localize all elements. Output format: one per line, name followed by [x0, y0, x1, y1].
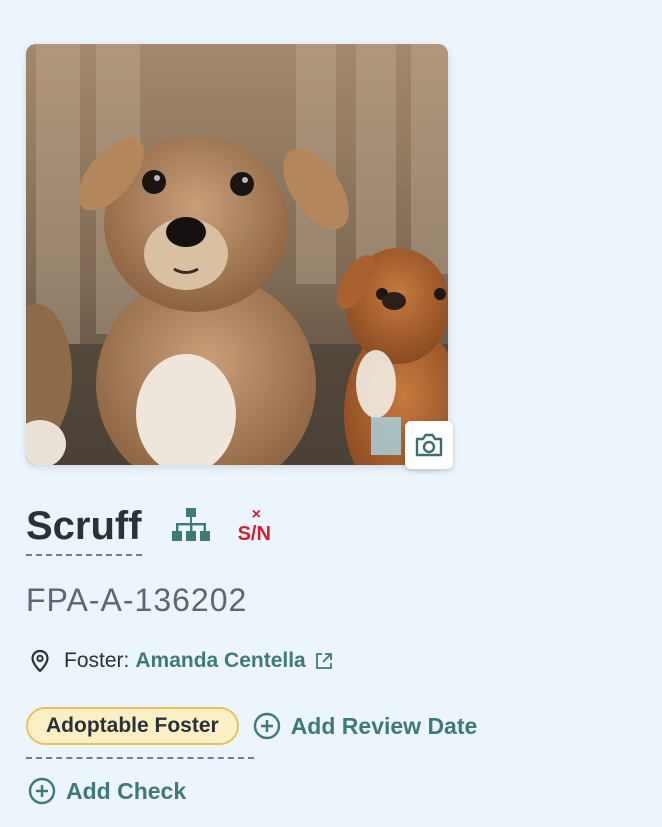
map-pin-icon [31, 649, 49, 673]
status-badge[interactable]: Adoptable Foster [26, 707, 239, 745]
animal-photo-image [26, 44, 448, 465]
change-photo-button[interactable] [405, 421, 453, 469]
camera-icon [415, 433, 443, 457]
foster-name-link[interactable]: Amanda Centella [135, 649, 305, 673]
spay-neuter-badge: × S/N [238, 507, 278, 547]
spay-neuter-label: S/N [237, 523, 271, 545]
plus-circle-icon [28, 777, 56, 805]
foster-label: Foster: [64, 649, 130, 672]
status-row: Adoptable Foster Add Review Date [26, 705, 477, 747]
family-tree-icon[interactable] [171, 507, 210, 547]
spay-neuter-x-mark: × [251, 506, 261, 523]
animal-name[interactable]: Scruff [26, 504, 142, 556]
status-label: Adoptable Foster [46, 714, 219, 737]
animal-photo [26, 44, 448, 465]
foster-row: Foster: Amanda Centella [30, 646, 334, 676]
add-check-label: Add Check [66, 777, 187, 804]
animal-header: Scruff × S/N [26, 500, 278, 560]
add-review-date-button[interactable]: Add Review Date [253, 712, 478, 740]
animal-id: FPA-A-136202 [26, 582, 248, 618]
add-check-button[interactable]: Add Check [28, 775, 186, 807]
add-review-date-label: Add Review Date [290, 712, 478, 739]
plus-circle-icon [253, 712, 280, 740]
external-link-icon[interactable] [314, 651, 334, 671]
status-underline [26, 757, 254, 759]
